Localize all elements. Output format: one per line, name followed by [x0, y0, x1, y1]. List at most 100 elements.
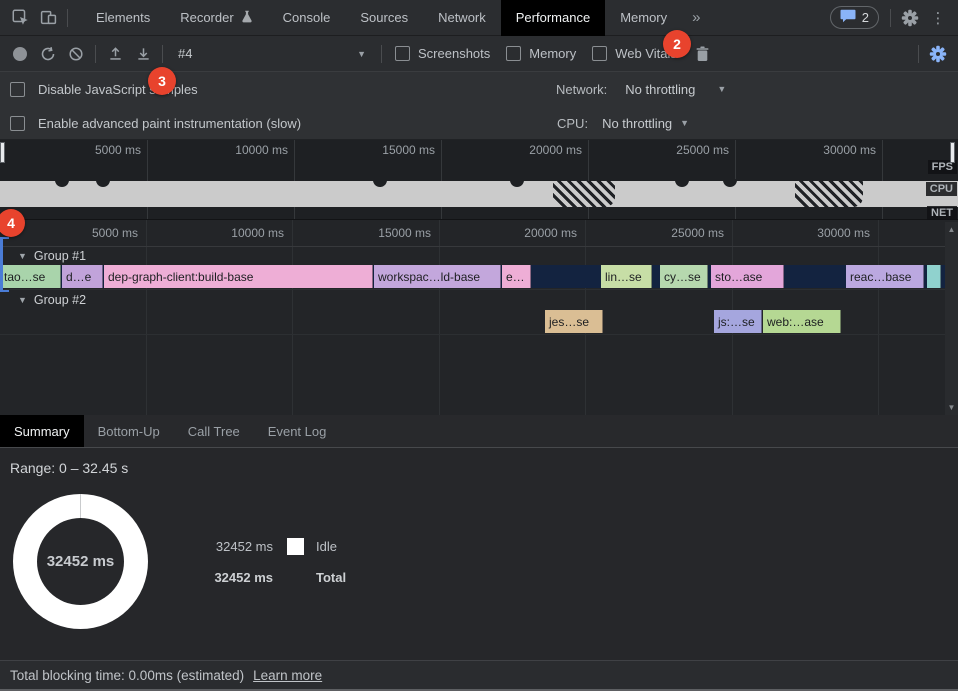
checkbox-box[interactable] [592, 46, 607, 61]
toolbar-check-memory[interactable]: Memory [506, 46, 576, 61]
history-select[interactable]: #4 ▼ [168, 46, 376, 61]
flame-bar-tao-se[interactable]: tao…se [0, 265, 61, 288]
trash-icon [695, 46, 710, 62]
scroll-up-icon[interactable]: ▲ [948, 225, 956, 234]
more-tabs-button[interactable]: » [682, 9, 710, 26]
messages-button[interactable]: 2 [830, 6, 879, 29]
flame-tick-label: 20000 ms [471, 226, 577, 240]
flame-chart[interactable]: 5000 ms10000 ms15000 ms20000 ms25000 ms3… [0, 220, 958, 415]
flame-bar-dep-graph-client-build-base[interactable]: dep-graph-client:build-base [104, 265, 373, 288]
vertical-scrollbar[interactable]: ▲ ▼ [945, 222, 958, 415]
clear-recording-button[interactable] [62, 40, 90, 68]
reload-and-record-button[interactable] [34, 40, 62, 68]
record-button[interactable] [6, 40, 34, 68]
selection-bracket [0, 237, 9, 292]
gridline [294, 140, 295, 219]
checkbox-advanced-paint[interactable] [10, 116, 25, 131]
legend-row: 32452 msTotal [205, 567, 346, 587]
legend-value: 32452 ms [205, 570, 273, 585]
checkbox-label: Memory [529, 46, 576, 61]
flame-bar-reac-base[interactable]: reac…base [846, 265, 924, 288]
details-tab-summary[interactable]: Summary [0, 415, 84, 447]
flame-bar-lin-se[interactable]: lin…se [601, 265, 652, 288]
scroll-down-icon[interactable]: ▼ [948, 403, 956, 412]
legend-value: 32452 ms [205, 539, 273, 554]
footer-bar: Total blocking time: 0.00ms (estimated) … [0, 660, 958, 689]
cpu-label: CPU: [557, 116, 588, 131]
pie-divider [80, 494, 81, 518]
flame-bar-web-ase[interactable]: web:…ase [763, 310, 841, 333]
flame-bar-sto-ase[interactable]: sto…ase [711, 265, 784, 288]
kebab-menu-icon[interactable]: ⋮ [924, 4, 952, 32]
tab-performance[interactable]: Performance [501, 0, 605, 36]
flame-tick-label: 25000 ms [618, 226, 724, 240]
divider [67, 9, 68, 27]
group-label: Group #1 [34, 249, 86, 263]
checkbox-label: Enable advanced paint instrumentation (s… [38, 116, 301, 131]
chat-icon [840, 9, 856, 26]
checkbox-box[interactable] [506, 46, 521, 61]
overview-right-handle[interactable] [950, 142, 955, 163]
overview-tick-label: 5000 ms [35, 143, 141, 157]
overview-left-handle[interactable] [0, 142, 5, 163]
device-toolbar-icon[interactable] [34, 4, 62, 32]
group-track-group-1: tao…sed…edep-graph-client:build-basework… [0, 265, 945, 288]
group-header-group-1[interactable]: ▼ Group #1 [18, 248, 86, 264]
tab-network[interactable]: Network [423, 0, 501, 36]
flame-bar-e[interactable]: e… [502, 265, 531, 288]
group-track-group-2: jes…se js:…seweb:…ase [0, 310, 945, 333]
flame-bar-cy-se[interactable]: cy…se [660, 265, 708, 288]
gear-glyph [901, 9, 919, 27]
settings-gear-icon[interactable] [896, 4, 924, 32]
network-throttling-select[interactable]: No throttling [625, 82, 695, 97]
timeline-overview[interactable]: 5000 ms10000 ms15000 ms20000 ms25000 ms3… [0, 140, 958, 220]
divider [162, 45, 163, 63]
download-icon [136, 46, 151, 61]
capture-options: Disable JavaScript samples Network: No t… [0, 72, 958, 140]
cpu-hatch-region [795, 181, 863, 207]
chevron-down-icon[interactable]: ▼ [717, 84, 726, 94]
cpu-hatch-region [553, 181, 615, 207]
inspect-icon-glyph [12, 9, 29, 26]
flame-bar-js-se[interactable]: js:…se [714, 310, 762, 333]
tab-elements[interactable]: Elements [81, 0, 165, 36]
collapse-triangle-icon[interactable]: ▼ [18, 295, 27, 305]
cpu-throttling-select[interactable]: No throttling [602, 116, 672, 131]
load-profile-button[interactable] [101, 40, 129, 68]
tab-label: Elements [96, 10, 150, 25]
summary-pane: Range: 0 – 32.45 s 32452 ms 32452 msIdle… [0, 448, 958, 660]
group-header-group-2[interactable]: ▼ Group #2 [18, 292, 86, 308]
details-tab-call-tree[interactable]: Call Tree [174, 415, 254, 447]
upload-icon [108, 46, 123, 61]
flame-bar-d-e[interactable]: d…e [62, 265, 103, 288]
flame-bar-item[interactable] [927, 265, 941, 288]
collapse-triangle-icon[interactable]: ▼ [18, 251, 27, 261]
capture-settings-gear-icon[interactable] [924, 40, 952, 68]
details-tab-bottom-up[interactable]: Bottom-Up [84, 415, 174, 447]
cpu-activity-band [0, 181, 958, 207]
devtools-window: Elements Recorder Console SourcesNetworkPer… [0, 0, 958, 691]
tab-sources[interactable]: Sources [345, 0, 423, 36]
checkbox-disable-js-samples[interactable] [10, 82, 25, 97]
annotation-badge-2: 2 [663, 30, 691, 58]
save-profile-button[interactable] [129, 40, 157, 68]
cpu-activity-notch [675, 179, 689, 187]
delete-recording-button[interactable] [689, 40, 717, 68]
tab-label: Console [283, 10, 331, 25]
tab-recorder[interactable]: Recorder [165, 0, 267, 36]
chevron-down-icon[interactable]: ▼ [680, 118, 689, 128]
flame-bar-jes-se[interactable]: jes…se [545, 310, 603, 333]
network-label: Network: [556, 82, 607, 97]
flame-bar-workspac-ld-base[interactable]: workspac…ld-base [374, 265, 501, 288]
reload-icon [40, 46, 56, 62]
overview-tick-label: 25000 ms [623, 143, 729, 157]
details-tab-event-log[interactable]: Event Log [254, 415, 341, 447]
toolbar-check-screenshots[interactable]: Screenshots [395, 46, 490, 61]
learn-more-link[interactable]: Learn more [253, 668, 322, 683]
inspect-element-icon[interactable] [6, 4, 34, 32]
group-label: Group #2 [34, 293, 86, 307]
checkbox-box[interactable] [395, 46, 410, 61]
gridline [147, 140, 148, 219]
chevron-down-icon: ▼ [357, 49, 366, 59]
tab-console[interactable]: Console [268, 0, 346, 36]
